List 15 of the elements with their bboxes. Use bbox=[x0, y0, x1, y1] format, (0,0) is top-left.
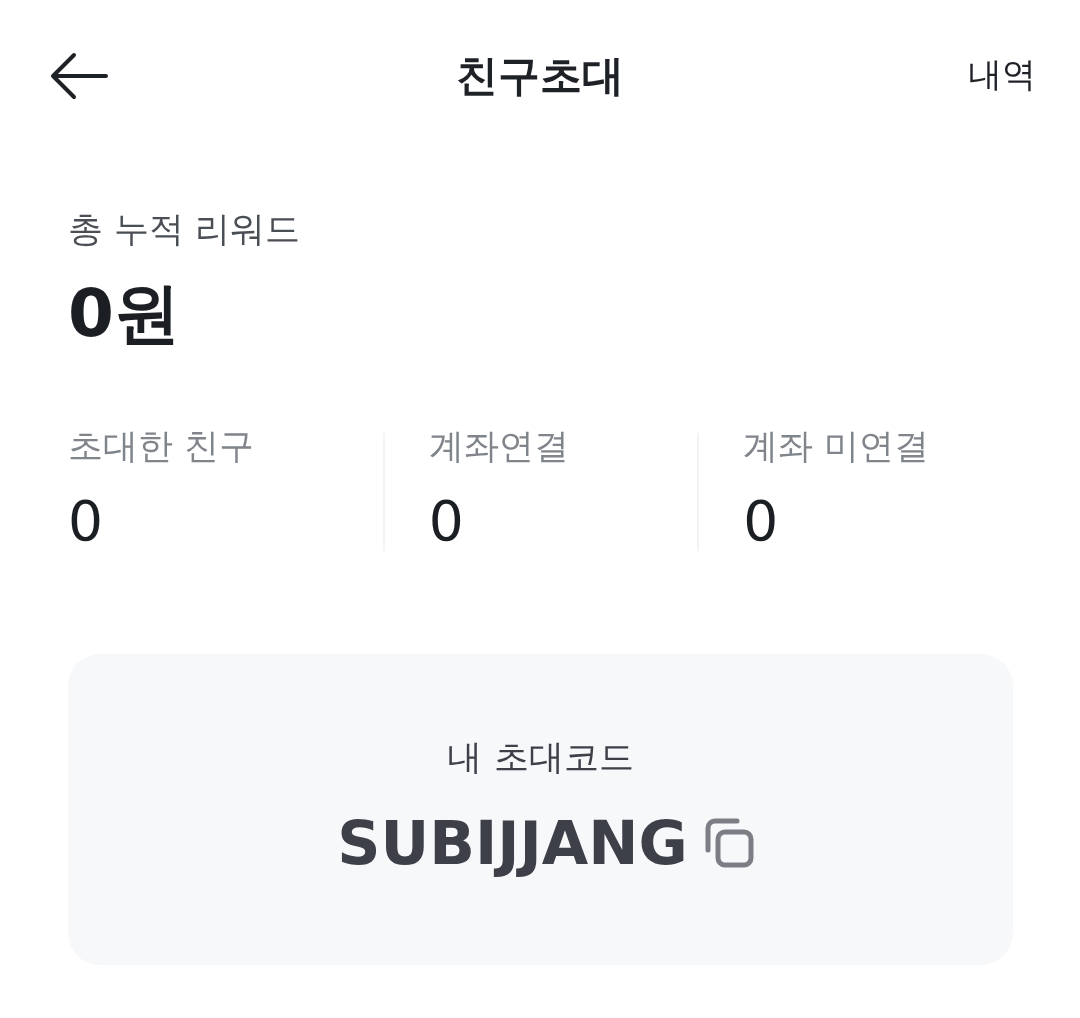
back-button[interactable] bbox=[48, 52, 110, 100]
stat-label: 계좌연결 bbox=[428, 429, 569, 464]
stat-value: 0 bbox=[743, 494, 779, 549]
stat-label: 초대한 친구 bbox=[68, 429, 255, 464]
stat-value: 0 bbox=[428, 494, 464, 549]
total-reward-label: 총 누적 리워드 bbox=[68, 212, 301, 247]
invite-code-label: 내 초대코드 bbox=[447, 740, 634, 775]
copy-button[interactable] bbox=[703, 818, 754, 868]
stat-label: 계좌 미연결 bbox=[743, 429, 930, 464]
history-link[interactable]: 내역 bbox=[968, 57, 1036, 91]
copy-icon bbox=[703, 818, 754, 868]
back-arrow-icon bbox=[50, 52, 108, 100]
page-title: 친구초대 bbox=[456, 55, 624, 97]
total-reward-amount: 0원 bbox=[68, 281, 180, 347]
stat-value: 0 bbox=[68, 494, 103, 549]
